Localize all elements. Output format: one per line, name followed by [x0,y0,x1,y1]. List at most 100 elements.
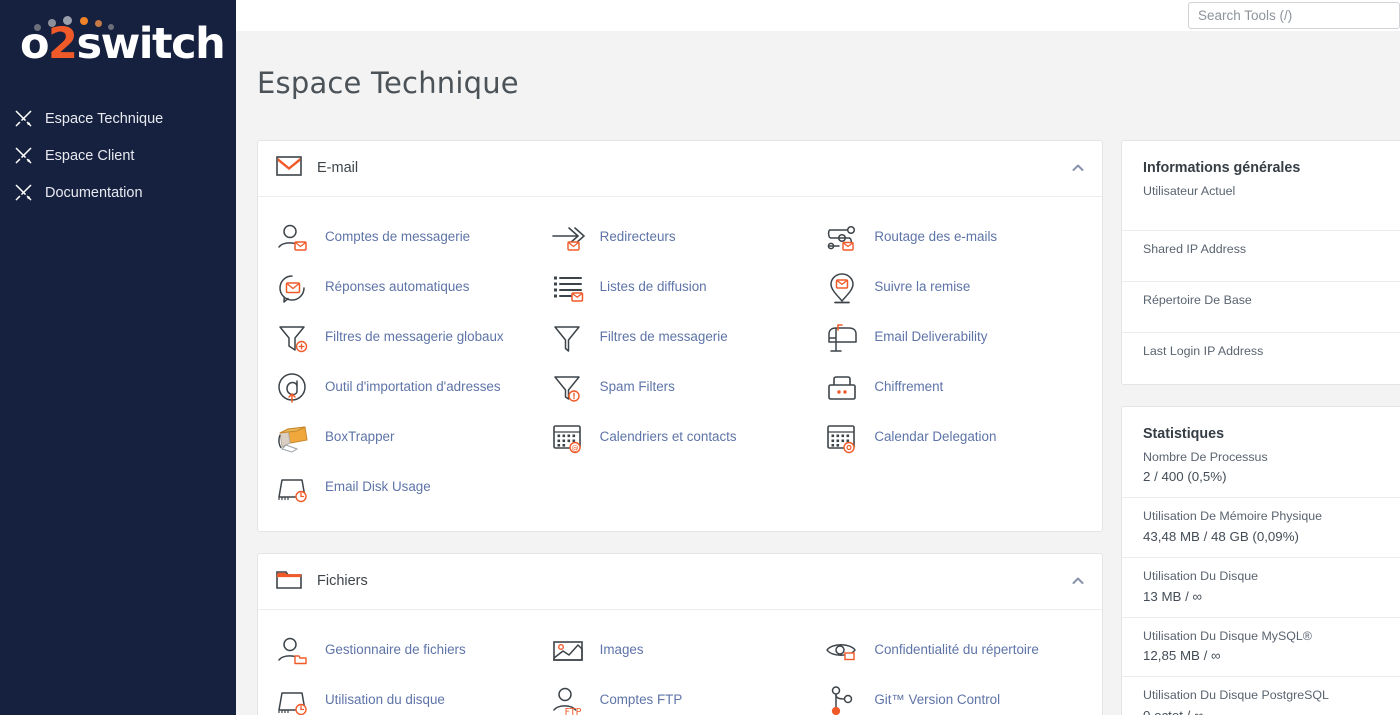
section-email: E-mail [257,140,1103,532]
tool-label: Chiffrement [874,379,943,396]
stat-label: Utilisation De Mémoire Physique [1143,507,1383,526]
panel-informations-generales: Informations générales Utilisateur Actue… [1121,140,1400,385]
sidebar-item-label: Espace Technique [45,111,163,127]
tool-label: Outil d'importation d'adresses [325,379,501,396]
stat-value: 43,48 MB / 48 GB (0,09%) [1143,529,1383,544]
tool-label: Filtres de messagerie [600,329,728,346]
directory-privacy-icon [825,634,859,668]
info-label: Shared IP Address [1143,240,1383,259]
stat-label: Utilisation Du Disque PostgreSQL [1143,686,1383,705]
search-input[interactable] [1188,2,1400,29]
tool-gestionnaire-de-fichiers[interactable]: Gestionnaire de fichiers [268,626,543,676]
info-row-repertoire-de-base: Répertoire De Base [1122,282,1400,333]
stat-label: Utilisation Du Disque [1143,567,1383,586]
spam-filters-icon [551,371,585,405]
stat-value: 0 octet / ∞ [1143,708,1383,715]
ftp-accounts-icon: FTP [551,684,585,715]
stat-row-utilisation-du-disque-postgresql: Utilisation Du Disque PostgreSQL 0 octet… [1122,677,1400,715]
tool-email-disk-usage[interactable]: Email Disk Usage [268,463,543,513]
tool-filtres-de-messagerie[interactable]: Filtres de messagerie [543,313,818,363]
tool-comptes-de-messagerie[interactable]: Comptes de messagerie [268,213,543,263]
autoresponders-icon [276,271,310,305]
info-column: Informations générales Utilisateur Actue… [1121,140,1400,715]
section-fichiers: Fichiers [257,553,1103,715]
svg-text:FTP: FTP [564,707,581,715]
chevron-up-icon[interactable] [1070,573,1086,589]
disk-usage-icon [276,684,310,715]
section-title: E-mail [317,160,1070,176]
address-importer-icon [276,371,310,405]
info-label: Répertoire De Base [1143,291,1383,310]
tool-label: Confidentialité du répertoire [874,642,1039,659]
stat-label: Utilisation Du Disque MySQL® [1143,627,1383,646]
track-delivery-icon [825,271,859,305]
tool-label: Filtres de messagerie globaux [325,329,504,346]
info-label: Last Login IP Address [1143,342,1383,361]
tool-label: Gestionnaire de fichiers [325,642,466,659]
tool-git-version-control[interactable]: Git™ Version Control [817,676,1092,715]
section-fichiers-header[interactable]: Fichiers [258,554,1102,610]
tool-confidentialite-du-repertoire[interactable]: Confidentialité du répertoire [817,626,1092,676]
section-fichiers-body: Gestionnaire de fichiers Images [258,610,1102,715]
tool-comptes-ftp[interactable]: FTP Comptes FTP [543,676,818,715]
sidebar-item-documentation[interactable]: Documentation [0,174,236,211]
tool-email-deliverability[interactable]: Email Deliverability [817,313,1092,363]
content-columns: E-mail [236,120,1400,715]
app-root: o2switch Espace Technique [0,0,1400,715]
tool-label: Email Deliverability [874,329,987,346]
file-manager-icon [276,634,310,668]
tool-chiffrement[interactable]: Chiffrement [817,363,1092,413]
stat-value: 13 MB / ∞ [1143,589,1383,604]
tools-column: E-mail [257,140,1103,715]
stat-row-nombre-de-processus: Nombre De Processus 2 / 400 (0,5%) [1122,446,1400,499]
main-area: Espace Technique E-mail [236,0,1400,715]
sidebar-nav: Espace Technique Espace Client [0,100,236,211]
tools-icon [14,183,33,202]
tool-spam-filters[interactable]: Spam Filters [543,363,818,413]
sidebar-item-espace-client[interactable]: Espace Client [0,137,236,174]
tool-routage-des-emails[interactable]: Routage des e-mails [817,213,1092,263]
email-disk-usage-icon [276,471,310,505]
tool-label: Listes de diffusion [600,279,707,296]
sidebar: o2switch Espace Technique [0,0,236,715]
tool-redirecteurs[interactable]: Redirecteurs [543,213,818,263]
logo[interactable]: o2switch [0,0,236,86]
tool-outil-importation-adresses[interactable]: Outil d'importation d'adresses [268,363,543,413]
sidebar-item-label: Espace Client [45,148,134,164]
tool-label: Calendar Delegation [874,429,996,446]
stat-value: 2 / 400 (0,5%) [1143,469,1383,484]
git-version-control-icon [825,684,859,715]
section-email-header[interactable]: E-mail [258,141,1102,197]
tool-images[interactable]: Images [543,626,818,676]
tool-listes-de-diffusion[interactable]: Listes de diffusion [543,263,818,313]
tool-filtres-de-messagerie-globaux[interactable]: Filtres de messagerie globaux [268,313,543,363]
logo-2: 2 [48,19,76,69]
section-email-body: Comptes de messagerie [258,197,1102,531]
tool-label: BoxTrapper [325,429,394,446]
logo-switch: switch [76,19,224,69]
tool-label: Comptes de messagerie [325,229,470,246]
stat-row-utilisation-du-disque: Utilisation Du Disque 13 MB / ∞ [1122,558,1400,618]
sidebar-item-espace-technique[interactable]: Espace Technique [0,100,236,137]
tool-utilisation-du-disque[interactable]: Utilisation du disque [268,676,543,715]
tool-calendriers-et-contacts[interactable]: @ Calendriers et contacts [543,413,818,463]
email-routing-icon [825,221,859,255]
panel-title: Statistiques [1122,407,1400,446]
chevron-up-icon[interactable] [1070,160,1086,176]
images-icon [551,634,585,668]
info-label: Utilisateur Actuel [1143,182,1383,201]
tool-boxtrapper[interactable]: BoxTrapper [268,413,543,463]
tool-reponses-automatiques[interactable]: Réponses automatiques [268,263,543,313]
calendars-contacts-icon: @ [551,421,585,455]
tool-label: Comptes FTP [600,692,683,709]
tool-calendar-delegation[interactable]: Calendar Delegation [817,413,1092,463]
tool-label: Images [600,642,644,659]
tool-label: Redirecteurs [600,229,676,246]
encryption-icon [825,371,859,405]
tool-label: Routage des e-mails [874,229,997,246]
tool-suivre-la-remise[interactable]: Suivre la remise [817,263,1092,313]
info-row-utilisateur-actuel: Utilisateur Actuel [1122,180,1400,231]
top-bar [236,0,1400,31]
stat-value: 12,85 MB / ∞ [1143,648,1383,663]
info-row-last-login-ip-address: Last Login IP Address [1122,333,1400,384]
